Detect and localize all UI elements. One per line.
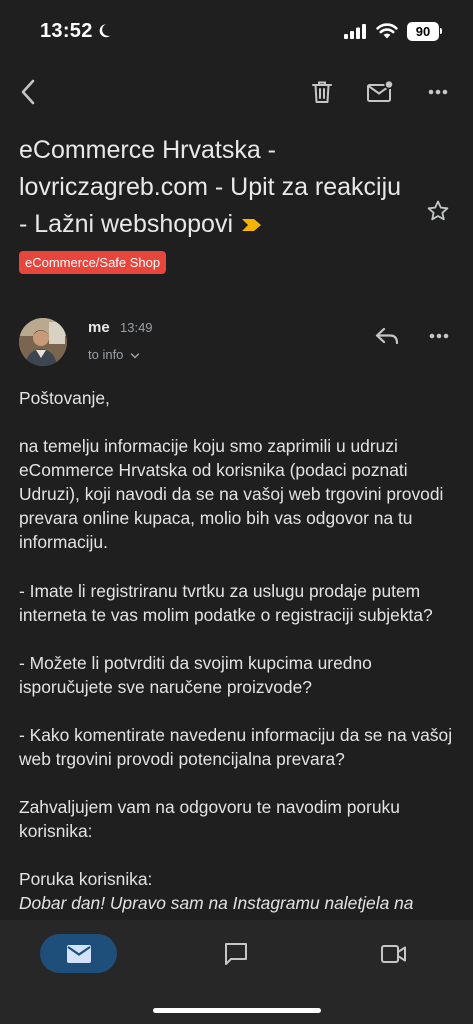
email-toolbar (0, 70, 473, 114)
subject-text: eCommerce Hrvatska - lovriczagreb.com - … (19, 136, 402, 238)
battery-icon: 90 (407, 22, 439, 41)
body-question-3: - Kako komentirate navedenu informaciju … (19, 724, 453, 770)
status-time: 13:52 (40, 20, 93, 42)
label-chip[interactable]: eCommerce/Safe Shop (19, 251, 167, 274)
body-intro: na temelju informacije koju smo zaprimil… (19, 436, 444, 553)
moon-icon (99, 24, 111, 38)
body-question-2: - Možete li potvrditi da svojim kupcima … (19, 652, 372, 697)
reply-icon (375, 327, 399, 345)
body-question-1: - Imate li registriranu tvrtku za uslugu… (19, 580, 433, 625)
recipient-toggle[interactable]: to info (88, 347, 140, 362)
nav-mail-tab[interactable] (40, 934, 117, 973)
home-indicator[interactable] (153, 1008, 321, 1013)
body-thanks: Zahvaljujem vam na odgovoru te navodim p… (19, 797, 400, 842)
message-more-button[interactable] (423, 320, 455, 352)
email-subject: eCommerce Hrvatska - lovriczagreb.com - … (19, 132, 414, 243)
back-icon (21, 79, 35, 105)
wifi-icon (376, 23, 398, 39)
body-message-text: Dobar dan! Upravo sam na Instagramu nale… (19, 891, 459, 915)
video-camera-icon (381, 945, 406, 963)
battery-nub (440, 28, 442, 34)
sender-row: me 13:49 to info (19, 318, 459, 368)
delete-button[interactable] (306, 76, 338, 108)
body-message-quote: Dobar dan! Upravo sam na Instagramu nale… (19, 893, 414, 914)
more-options-button[interactable] (422, 76, 454, 108)
chat-icon (225, 943, 247, 965)
avatar-photo (19, 318, 67, 366)
importance-marker-icon[interactable] (241, 218, 263, 232)
mark-unread-button[interactable] (364, 76, 396, 108)
email-body: Poštovanje, na temelju informacije koju … (19, 386, 459, 916)
recipient-text: to info (88, 347, 124, 362)
star-icon[interactable] (426, 199, 450, 223)
back-button[interactable] (12, 76, 44, 108)
sender-name: me (88, 319, 110, 336)
mark-unread-icon (367, 80, 394, 102)
reply-button[interactable] (371, 320, 403, 352)
status-bar: 13:52 90 (0, 0, 473, 62)
trash-icon (312, 81, 332, 103)
mail-icon (66, 944, 91, 963)
nav-chat-tab[interactable] (220, 938, 252, 970)
avatar[interactable] (19, 318, 67, 366)
sent-time: 13:49 (120, 320, 153, 335)
nav-meet-tab[interactable] (378, 938, 410, 970)
body-message-heading: Poruka korisnika: (19, 869, 153, 890)
signal-icon (344, 24, 366, 39)
more-icon (428, 89, 448, 95)
more-icon (429, 333, 449, 339)
chevron-down-icon (130, 352, 140, 359)
body-greeting: Poštovanje, (19, 388, 110, 408)
